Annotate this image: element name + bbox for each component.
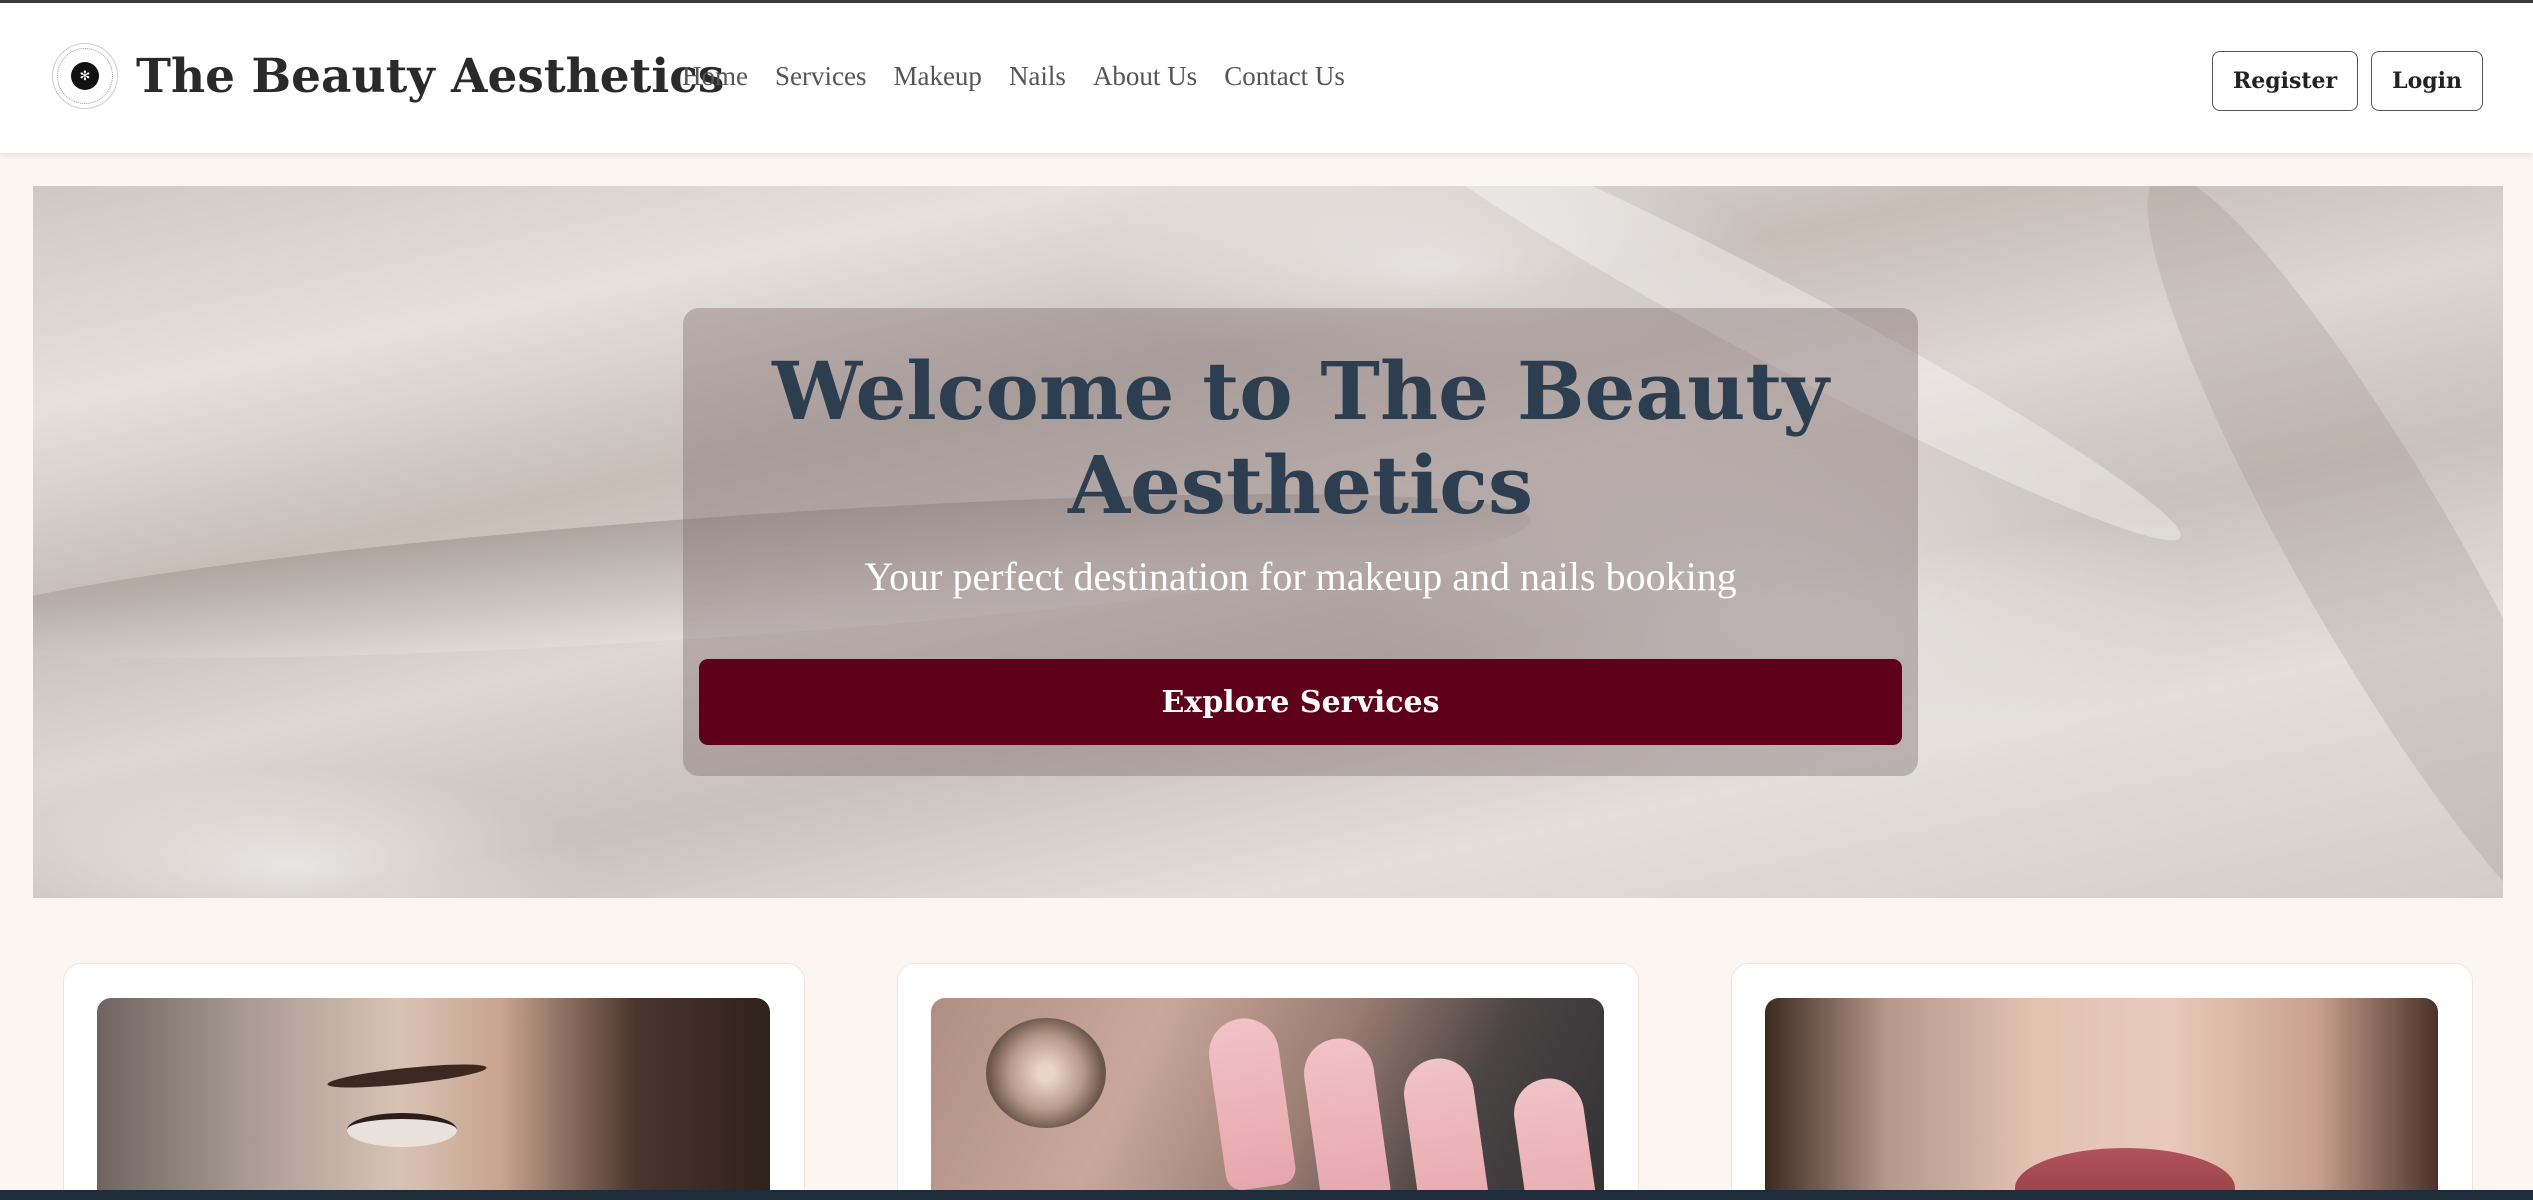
bottom-edge-bar bbox=[0, 1190, 2533, 1200]
eye-makeup-photo bbox=[97, 998, 770, 1200]
register-button[interactable]: Register bbox=[2211, 51, 2359, 111]
photo-detail bbox=[326, 1059, 488, 1093]
login-button[interactable]: Login bbox=[2371, 51, 2483, 111]
nav-link-services[interactable]: Services bbox=[775, 61, 866, 92]
brand-link[interactable]: ✻ The Beauty Aesthetics bbox=[52, 43, 724, 109]
service-card-nails[interactable] bbox=[897, 963, 1639, 1200]
nav-link-about-us[interactable]: About Us bbox=[1093, 61, 1197, 92]
photo-detail bbox=[1299, 1033, 1393, 1200]
photo-detail bbox=[1399, 1053, 1493, 1200]
auth-buttons: Register Login bbox=[2211, 51, 2483, 111]
nav-link-makeup[interactable]: Makeup bbox=[893, 61, 981, 92]
hero-banner: Welcome to The Beauty Aesthetics Your pe… bbox=[33, 186, 2503, 898]
hero-overlay-card: Welcome to The Beauty Aesthetics Your pe… bbox=[683, 308, 1918, 776]
service-card-makeup[interactable] bbox=[63, 963, 805, 1200]
photo-detail bbox=[986, 1018, 1106, 1128]
nav-link-nails[interactable]: Nails bbox=[1009, 61, 1066, 92]
nail-art-photo bbox=[931, 998, 1604, 1200]
hero-subtitle: Your perfect destination for makeup and … bbox=[864, 554, 1737, 599]
hero-background-fold bbox=[2088, 186, 2503, 898]
photo-detail bbox=[1204, 1013, 1298, 1193]
nav-link-contact-us[interactable]: Contact Us bbox=[1224, 61, 1345, 92]
logo-ring bbox=[57, 48, 113, 104]
photo-detail bbox=[347, 1113, 457, 1147]
lips-makeup-photo bbox=[1765, 998, 2438, 1200]
hero-title: Welcome to The Beauty Aesthetics bbox=[772, 344, 1829, 532]
navbar: ✻ The Beauty Aesthetics Home Services Ma… bbox=[0, 3, 2533, 153]
brand-name: The Beauty Aesthetics bbox=[136, 48, 725, 104]
photo-detail bbox=[1509, 1073, 1603, 1200]
main-nav: Home Services Makeup Nails About Us Cont… bbox=[682, 61, 1372, 92]
brand-logo-icon: ✻ bbox=[52, 43, 118, 109]
service-card-lips[interactable] bbox=[1731, 963, 2473, 1200]
explore-services-button[interactable]: Explore Services bbox=[699, 659, 1902, 745]
nav-link-home[interactable]: Home bbox=[682, 61, 748, 92]
